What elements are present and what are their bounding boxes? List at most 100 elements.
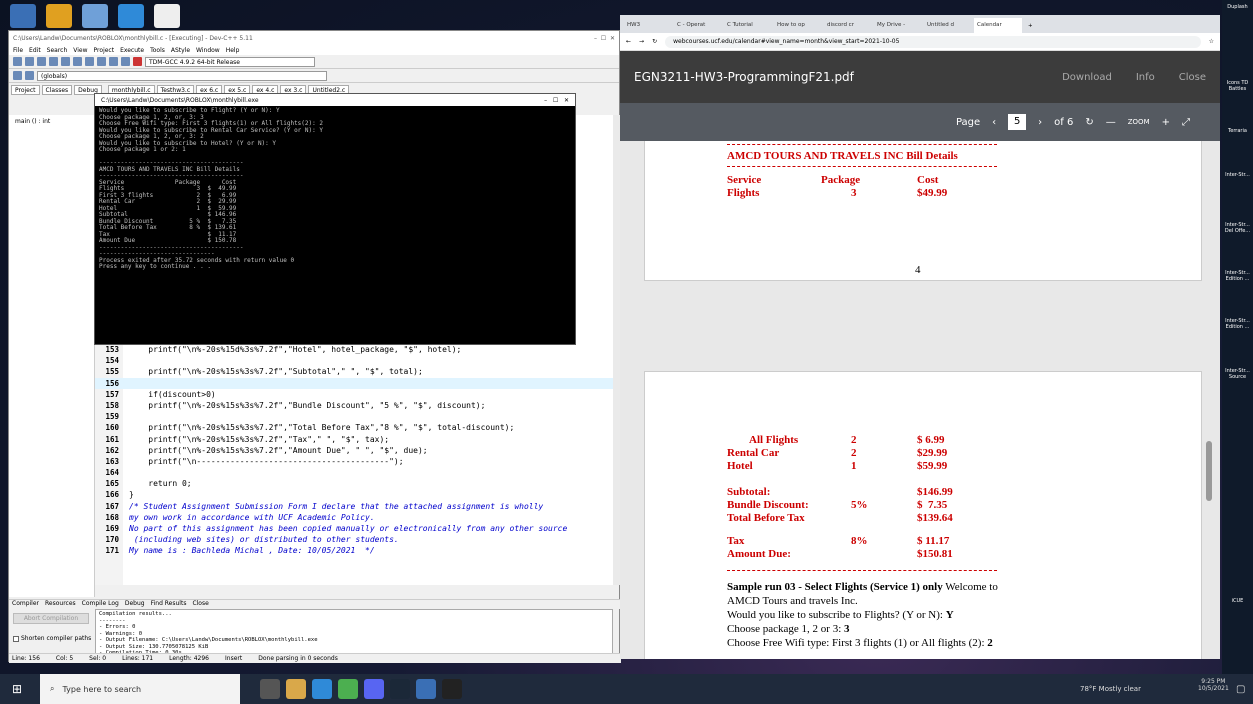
stop-icon[interactable] — [133, 57, 142, 66]
browser-tab[interactable]: My Drive - — [874, 18, 922, 33]
desktop-shortcut[interactable]: Icons TD Battles — [1224, 80, 1251, 92]
browser-tab-active[interactable]: Calendar — [974, 18, 1022, 33]
taskbar-search[interactable]: ⌕ Type here to search — [40, 674, 240, 704]
code-line[interactable]: 166} — [95, 489, 613, 500]
code-line[interactable]: 171 My name is : Bachleda Michal , Date: … — [95, 545, 613, 556]
pdf-viewer[interactable]: AMCD TOURS AND TRAVELS INC Bill Details … — [620, 141, 1220, 659]
close-button[interactable]: Close — [1179, 72, 1206, 83]
code-line[interactable]: 157 if(discount>0) — [95, 389, 613, 400]
code-line[interactable]: 161 printf("\n%-20s%15s%3s%7.2f","Tax","… — [95, 434, 613, 445]
code-line[interactable]: 164 — [95, 467, 613, 478]
new-tab-icon[interactable]: + — [1024, 19, 1037, 33]
clock[interactable]: 9:25 PM 10/5/2021 — [1198, 678, 1229, 692]
desktop-icon[interactable] — [154, 4, 180, 28]
tab-project[interactable]: Project — [11, 85, 40, 95]
desktop-icon[interactable] — [10, 4, 36, 28]
desktop-shortcut[interactable]: iCUE — [1224, 598, 1251, 604]
desktop-shortcut[interactable]: Duplash — [1224, 4, 1251, 10]
desktop-shortcut[interactable]: Terraria — [1224, 128, 1251, 134]
code-line[interactable]: 155 printf("\n%-20s%15s%3s%7.2f","Subtot… — [95, 366, 613, 377]
menu-tools[interactable]: Tools — [150, 47, 165, 54]
desktop-shortcut[interactable]: Inter-Str... Del Offe... — [1224, 222, 1251, 234]
menu-project[interactable]: Project — [94, 47, 115, 54]
console-titlebar[interactable]: C:\Users\Landw\Documents\ROBLOX\monthlyb… — [95, 94, 575, 106]
abort-compilation-button[interactable]: Abort Compilation — [13, 613, 89, 624]
compiler-select[interactable]: TDM-GCC 4.9.2 64-bit Release — [145, 56, 315, 67]
globals-select[interactable]: (globals) — [37, 70, 327, 81]
devcpp-titlebar[interactable]: C:\Users\Landw\Documents\ROBLOX\monthlyb… — [9, 31, 619, 45]
info-button[interactable]: Info — [1136, 72, 1155, 83]
desktop-shortcut[interactable]: Inter-Str... — [1224, 172, 1251, 178]
browser-tab[interactable]: C - Operat — [674, 18, 722, 33]
find-icon[interactable] — [85, 57, 94, 66]
redo-icon[interactable] — [73, 57, 82, 66]
desktop-shortcut[interactable]: Inter-Str... Edition ... — [1224, 318, 1251, 330]
desktop-icon[interactable] — [118, 4, 144, 28]
desktop-icon[interactable] — [46, 4, 72, 28]
back-icon[interactable]: ← — [626, 38, 631, 45]
zoom-in-icon[interactable]: + — [1162, 117, 1170, 128]
tab-resources[interactable]: Resources — [45, 600, 76, 609]
run-icon[interactable] — [109, 57, 118, 66]
steam-icon[interactable] — [390, 679, 410, 699]
undo-icon[interactable] — [61, 57, 70, 66]
tab-debug-bottom[interactable]: Debug — [125, 600, 145, 609]
page-number-input[interactable]: 5 — [1008, 114, 1027, 130]
class-icon[interactable] — [13, 71, 22, 80]
checkbox-icon[interactable] — [13, 635, 19, 642]
menu-view[interactable]: View — [73, 47, 87, 54]
desktop-icon[interactable] — [82, 4, 108, 28]
zoom-out-icon[interactable]: — — [1106, 117, 1116, 128]
discord-icon[interactable] — [364, 679, 384, 699]
code-line[interactable]: 169 No part of this assignment has been c… — [95, 523, 613, 534]
tab-compile-log[interactable]: Compile Log — [82, 600, 119, 609]
compile-icon[interactable] — [97, 57, 106, 66]
save-icon[interactable] — [37, 57, 46, 66]
weather[interactable]: 78°F Mostly clear — [1080, 685, 1141, 693]
compile-run-icon[interactable] — [121, 57, 130, 66]
browser-tab[interactable]: How to op — [774, 18, 822, 33]
devcpp-icon[interactable] — [416, 679, 436, 699]
task-view-icon[interactable] — [260, 679, 280, 699]
code-line[interactable]: 170 (including web sites) or distributed… — [95, 534, 613, 545]
store-icon[interactable] — [312, 679, 332, 699]
notification-icon[interactable]: ▢ — [1236, 684, 1245, 695]
console-controls[interactable]: – ☐ ✕ — [544, 97, 569, 104]
code-line[interactable]: 168 my own work in accordance with UCF Ac… — [95, 512, 613, 523]
function-icon[interactable] — [25, 71, 34, 80]
next-page-icon[interactable]: › — [1038, 117, 1042, 128]
code-line[interactable]: 153 printf("\n%-20s%15d%3s%7.2f","Hotel"… — [95, 344, 613, 355]
menu-window[interactable]: Window — [196, 47, 220, 54]
browser-tab[interactable]: C Tutorial — [724, 18, 772, 33]
browser-tab[interactable]: discord cr — [824, 18, 872, 33]
code-line[interactable]: 162 printf("\n%-20s%15s%3s%7.2f","Amount… — [95, 445, 613, 456]
fullscreen-icon[interactable]: ⤢ — [1182, 117, 1190, 128]
new-icon[interactable] — [13, 57, 22, 66]
window-controls[interactable]: – ☐ ✕ — [594, 35, 615, 42]
console-window[interactable]: C:\Users\Landw\Documents\ROBLOX\monthlyb… — [94, 93, 576, 345]
shorten-paths-checkbox[interactable]: Shorten compiler paths — [13, 635, 91, 642]
tree-item-main[interactable]: main () : int — [9, 115, 94, 128]
code-line[interactable]: 159 — [95, 411, 613, 422]
browser-tab[interactable]: Untitled d — [924, 18, 972, 33]
code-line[interactable]: 154 — [95, 355, 613, 366]
code-line[interactable]: 167 /* Student Assignment Submission Form… — [95, 501, 613, 512]
browser-tab[interactable]: HW3 — [624, 18, 672, 33]
tab-find-results[interactable]: Find Results — [151, 600, 187, 609]
menu-search[interactable]: Search — [47, 47, 68, 54]
menu-execute[interactable]: Execute — [120, 47, 144, 54]
tab-classes[interactable]: Classes — [41, 85, 73, 95]
code-line[interactable]: 158 printf("\n%-20s%15s%3s%7.2f","Bundle… — [95, 400, 613, 411]
pdf-scrollbar[interactable] — [1206, 441, 1212, 501]
tab-compiler[interactable]: Compiler — [12, 600, 39, 609]
desktop-shortcut[interactable]: Inter-Str... Edition ... — [1224, 270, 1251, 282]
menu-file[interactable]: File — [13, 47, 23, 54]
forward-icon[interactable]: → — [639, 38, 644, 45]
file-explorer-icon[interactable] — [286, 679, 306, 699]
windows-start-icon[interactable]: ⊞ — [12, 682, 22, 696]
code-line[interactable]: 165 return 0; — [95, 478, 613, 489]
console-icon[interactable] — [442, 679, 462, 699]
url-input[interactable]: webcourses.ucf.edu/calendar#view_name=mo… — [665, 35, 1201, 48]
extensions-icon[interactable]: ☆ — [1209, 38, 1214, 45]
chrome-icon[interactable] — [338, 679, 358, 699]
